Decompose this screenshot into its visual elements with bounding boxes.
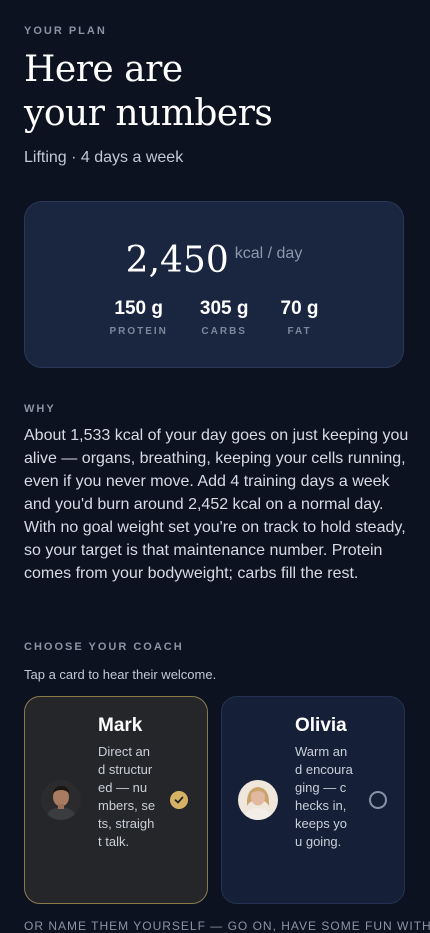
macro-protein: 150 g PROTEIN	[109, 298, 167, 337]
coach-hint: Tap a card to hear their welcome.	[24, 667, 217, 682]
macro-value: 70 g	[280, 298, 319, 319]
title-line-2: your numbers	[24, 93, 273, 134]
title-line-1: Here are	[24, 49, 183, 90]
kcal-value: 2,450	[125, 240, 229, 281]
kcal-row: 2,450 kcal / day	[25, 240, 403, 281]
macro-label: FAT	[287, 326, 312, 337]
coach-avatar-olivia	[238, 780, 278, 820]
rename-coach-prompt: OR NAME THEM YOURSELF — GO ON, HAVE SOME…	[24, 919, 430, 933]
plan-subtitle: Lifting · 4 days a week	[24, 149, 184, 166]
macro-value: 150 g	[114, 298, 163, 319]
macro-label: CARBS	[201, 326, 247, 337]
coach-description: Direct and structured — numbers, sets, s…	[98, 744, 156, 849]
macros-row: 150 g PROTEIN 305 g CARBS 70 g FAT	[25, 298, 403, 337]
macro-fat: 70 g FAT	[281, 298, 319, 337]
page-title: Here are your numbers	[24, 48, 273, 136]
coach-eyebrow: CHOOSE YOUR COACH	[24, 641, 184, 653]
macro-label: PROTEIN	[109, 326, 168, 337]
coach-name: Olivia	[295, 715, 347, 736]
why-eyebrow: WHY	[24, 403, 56, 415]
coach-card-mark[interactable]: Mark Direct and structured — numbers, se…	[24, 696, 208, 904]
why-explanation: About 1,533 kcal of your day goes on jus…	[24, 427, 409, 582]
check-icon	[170, 791, 188, 809]
coach-card-olivia[interactable]: Olivia Warm and encouraging — checks in,…	[221, 696, 405, 904]
macro-carbs: 305 g CARBS	[200, 298, 249, 337]
calorie-summary-card: 2,450 kcal / day 150 g PROTEIN 305 g CARB…	[24, 201, 404, 368]
coach-avatar-mark	[41, 780, 81, 820]
coach-name: Mark	[98, 715, 143, 736]
kcal-unit: kcal / day	[234, 245, 303, 262]
radio-empty-icon	[369, 791, 387, 809]
macro-value: 305 g	[199, 298, 249, 319]
coach-description: Warm and encouraging — checks in, keeps …	[295, 744, 353, 849]
plan-eyebrow: YOUR PLAN	[24, 25, 107, 37]
